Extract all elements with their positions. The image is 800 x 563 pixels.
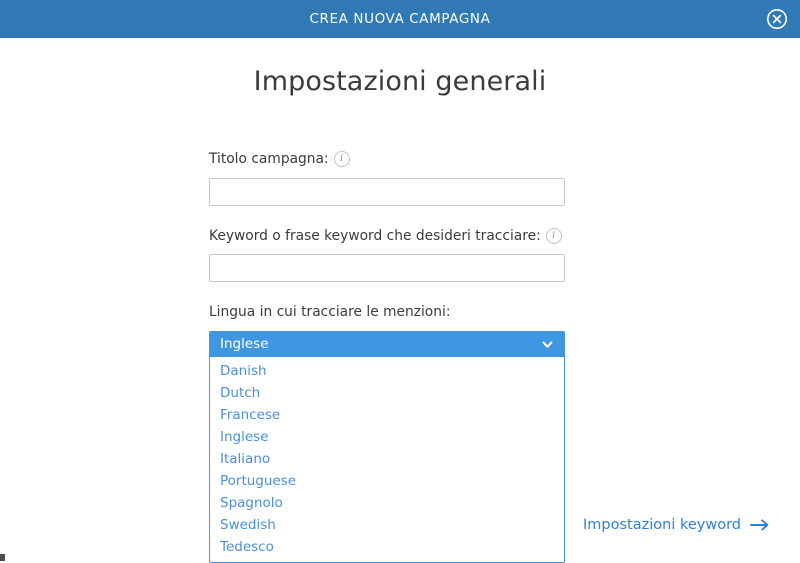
- list-item[interactable]: Swedish: [210, 514, 564, 536]
- language-label: Lingua in cui tracciare le menzioni:: [209, 304, 565, 321]
- modal-body: Impostazioni generali Titolo campagna: i…: [0, 38, 800, 563]
- campaign-title-label-text: Titolo campagna:: [209, 151, 329, 167]
- modal-title: CREA NUOVA CAMPAGNA: [309, 11, 491, 27]
- arrow-right-icon: [750, 518, 770, 532]
- close-circle-icon[interactable]: [766, 8, 788, 30]
- language-select[interactable]: Inglese Danish Dutch Francese Inglese It…: [209, 330, 565, 563]
- keyword-label: Keyword o frase keyword che desideri tra…: [209, 228, 565, 245]
- language-option-list: Danish Dutch Francese Inglese Italiano P…: [210, 356, 564, 562]
- keyword-settings-link[interactable]: Impostazioni keyword: [583, 517, 770, 533]
- page-title: Impostazioni generali: [253, 66, 547, 97]
- general-settings-form: Titolo campagna: i Keyword o frase keywo…: [209, 151, 565, 563]
- list-item[interactable]: Francese: [210, 404, 564, 426]
- list-item[interactable]: Spagnolo: [210, 492, 564, 514]
- modal-header: CREA NUOVA CAMPAGNA: [0, 0, 800, 38]
- language-select-trigger[interactable]: Inglese: [210, 331, 564, 357]
- list-item[interactable]: Dutch: [210, 382, 564, 404]
- campaign-title-label: Titolo campagna: i: [209, 151, 565, 168]
- list-item[interactable]: Italiano: [210, 448, 564, 470]
- info-circle-icon[interactable]: i: [333, 151, 350, 168]
- keyword-field: Keyword o frase keyword che desideri tra…: [209, 228, 565, 283]
- campaign-title-input[interactable]: [209, 177, 565, 206]
- campaign-title-field: Titolo campagna: i: [209, 151, 565, 206]
- chevron-down-icon: [541, 338, 554, 351]
- keyword-input[interactable]: [209, 254, 565, 283]
- list-item[interactable]: Portuguese: [210, 470, 564, 492]
- list-item[interactable]: Inglese: [210, 426, 564, 448]
- language-label-text: Lingua in cui tracciare le menzioni:: [209, 304, 451, 321]
- corner-artifact: [0, 554, 5, 561]
- language-selected-value: Inglese: [220, 336, 269, 353]
- keyword-settings-link-label: Impostazioni keyword: [583, 517, 741, 533]
- keyword-label-text: Keyword o frase keyword che desideri tra…: [209, 227, 541, 244]
- language-field: Lingua in cui tracciare le menzioni: Ing…: [209, 304, 565, 563]
- list-item[interactable]: Tedesco: [210, 536, 564, 558]
- list-item[interactable]: Danish: [210, 360, 564, 382]
- info-circle-icon[interactable]: i: [545, 227, 562, 244]
